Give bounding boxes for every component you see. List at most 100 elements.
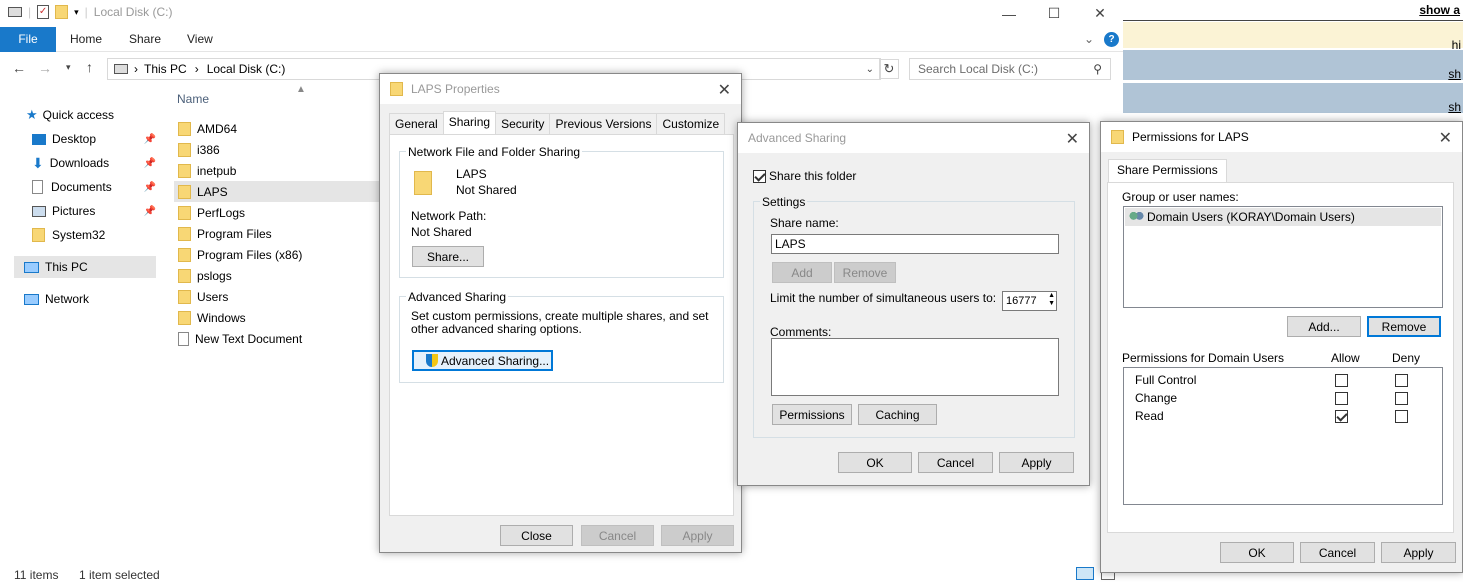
checkbox[interactable]	[753, 169, 766, 183]
search-input[interactable]: Search Local Disk (C:) ⚲	[909, 58, 1111, 80]
folder-icon	[178, 121, 191, 136]
file-list-item[interactable]: inetpub	[174, 160, 382, 181]
properties-icon[interactable]: ✓	[37, 5, 50, 19]
chevron-down-icon[interactable]: ⌄	[866, 64, 874, 75]
tab-previous-versions[interactable]: Previous Versions	[549, 113, 658, 134]
deny-checkbox[interactable]	[1395, 410, 1408, 423]
search-icon: ⚲	[1093, 62, 1102, 76]
users-list[interactable]: Domain Users (KORAY\Domain Users)	[1123, 206, 1443, 308]
tab-security[interactable]: Security	[495, 113, 551, 134]
minimize-button[interactable]: —	[986, 0, 1032, 27]
nav-pictures[interactable]: Pictures 📌	[32, 200, 156, 222]
pin-icon[interactable]: 📌	[144, 134, 156, 145]
pin-icon[interactable]: 📌	[144, 158, 156, 169]
allow-checkbox[interactable]	[1335, 392, 1348, 405]
chevron-right-icon[interactable]: ›	[134, 62, 138, 76]
permissions-button[interactable]: Permissions	[772, 404, 852, 425]
add-share-button[interactable]: Add	[772, 262, 832, 283]
column-header-name[interactable]: Name	[177, 92, 209, 106]
nav-quick-access[interactable]: ★ Quick access	[26, 104, 114, 126]
add-user-button[interactable]: Add...	[1287, 316, 1361, 337]
spinner-arrows-icon[interactable]: ▲ ▼	[1048, 292, 1055, 308]
tab-share[interactable]: Share	[129, 27, 161, 52]
drive-icon[interactable]	[8, 7, 22, 17]
download-icon: ⬇	[32, 154, 44, 171]
file-list-item[interactable]: Users	[174, 286, 382, 307]
ok-button[interactable]: OK	[1220, 542, 1294, 563]
title-bar: | ✓ ▾ | Local Disk (C:) — ☐ ✕	[0, 0, 1123, 27]
close-icon[interactable]: ✕	[1439, 128, 1452, 148]
nav-system32[interactable]: System32	[32, 224, 105, 246]
breadcrumb-local-disk[interactable]: Local Disk (C:)	[207, 62, 286, 76]
breadcrumb-this-pc[interactable]: This PC	[144, 62, 187, 76]
help-icon[interactable]: ?	[1104, 32, 1119, 47]
tab-home[interactable]: Home	[70, 27, 102, 52]
new-folder-icon[interactable]	[55, 5, 69, 19]
share-name-input[interactable]: LAPS	[771, 234, 1059, 254]
allow-checkbox[interactable]	[1335, 410, 1348, 423]
tab-view[interactable]: View	[187, 27, 213, 52]
forward-icon[interactable]: →	[38, 60, 52, 76]
strip-link[interactable]: sh	[1448, 67, 1461, 81]
pictures-icon	[32, 205, 46, 217]
close-icon[interactable]: ✕	[718, 80, 731, 100]
maximize-button[interactable]: ☐	[1031, 0, 1077, 27]
deny-checkbox[interactable]	[1395, 392, 1408, 405]
advanced-sharing-button[interactable]: Advanced Sharing...	[412, 350, 553, 371]
nav-network[interactable]: Network	[24, 288, 89, 310]
share-this-folder-checkbox[interactable]: Share this folder	[753, 169, 856, 183]
remove-share-button[interactable]: Remove	[834, 262, 896, 283]
nav-downloads[interactable]: ⬇ Downloads 📌	[32, 152, 156, 174]
apply-button[interactable]: Apply	[661, 525, 734, 546]
tab-customize[interactable]: Customize	[656, 113, 726, 134]
button-label: Advanced Sharing...	[441, 353, 550, 368]
caching-button[interactable]: Caching	[858, 404, 937, 425]
allow-checkbox[interactable]	[1335, 374, 1348, 387]
recent-locations-icon[interactable]: ▾	[66, 62, 71, 73]
nav-documents[interactable]: Documents 📌	[32, 176, 156, 198]
tab-sharing[interactable]: Sharing	[442, 111, 497, 134]
pin-icon[interactable]: 📌	[144, 206, 156, 217]
deny-checkbox[interactable]	[1395, 374, 1408, 387]
file-list-item[interactable]: Program Files	[174, 223, 382, 244]
close-icon[interactable]: ✕	[1066, 129, 1079, 149]
cancel-button[interactable]: Cancel	[1300, 542, 1375, 563]
file-list-item[interactable]: LAPS	[174, 181, 382, 202]
cancel-button[interactable]: Cancel	[581, 525, 654, 546]
user-limit-label: Limit the number of simultaneous users t…	[770, 291, 997, 305]
file-list-item[interactable]: PerfLogs	[174, 202, 382, 223]
refresh-icon[interactable]: ↻	[879, 59, 899, 79]
nav-desktop[interactable]: Desktop 📌	[32, 128, 156, 150]
file-list-item[interactable]: Windows	[174, 307, 382, 328]
user-list-item[interactable]: Domain Users (KORAY\Domain Users)	[1125, 208, 1441, 226]
apply-button[interactable]: Apply	[999, 452, 1074, 473]
chevron-right-icon[interactable]: ›	[195, 62, 199, 76]
file-list-item[interactable]: New Text Document	[174, 328, 382, 349]
share-button[interactable]: Share...	[412, 246, 484, 267]
strip-link[interactable]: sh	[1448, 100, 1461, 114]
tab-general[interactable]: General	[389, 113, 444, 134]
tab-file[interactable]: File	[0, 27, 56, 52]
customize-qat-icon[interactable]: ▾	[74, 7, 79, 18]
pin-icon[interactable]: 📌	[144, 182, 156, 193]
advanced-sharing-dialog: Advanced Sharing ✕ Share this folder Set…	[737, 122, 1090, 486]
nav-this-pc[interactable]: This PC	[14, 256, 156, 278]
ok-button[interactable]: OK	[838, 452, 912, 473]
close-button[interactable]: Close	[500, 525, 573, 546]
file-list-item[interactable]: Program Files (x86)	[174, 244, 382, 265]
file-list-item[interactable]: pslogs	[174, 265, 382, 286]
expand-ribbon-icon[interactable]: ⌄	[1084, 27, 1094, 52]
comments-textarea[interactable]	[771, 338, 1059, 396]
close-button[interactable]: ✕	[1077, 0, 1123, 27]
file-list-item[interactable]: AMD64	[174, 118, 382, 139]
apply-button[interactable]: Apply	[1381, 542, 1456, 563]
cancel-button[interactable]: Cancel	[918, 452, 993, 473]
user-limit-spinner[interactable]: 16777 ▲ ▼	[1002, 291, 1057, 311]
tab-share-permissions[interactable]: Share Permissions	[1108, 159, 1227, 182]
details-view-icon[interactable]	[1076, 567, 1094, 580]
file-list-item[interactable]: i386	[174, 139, 382, 160]
back-icon[interactable]: ←	[12, 60, 26, 76]
show-all-link[interactable]: show a	[1419, 3, 1460, 17]
up-icon[interactable]: ↑	[86, 59, 93, 75]
remove-user-button[interactable]: Remove	[1367, 316, 1441, 337]
